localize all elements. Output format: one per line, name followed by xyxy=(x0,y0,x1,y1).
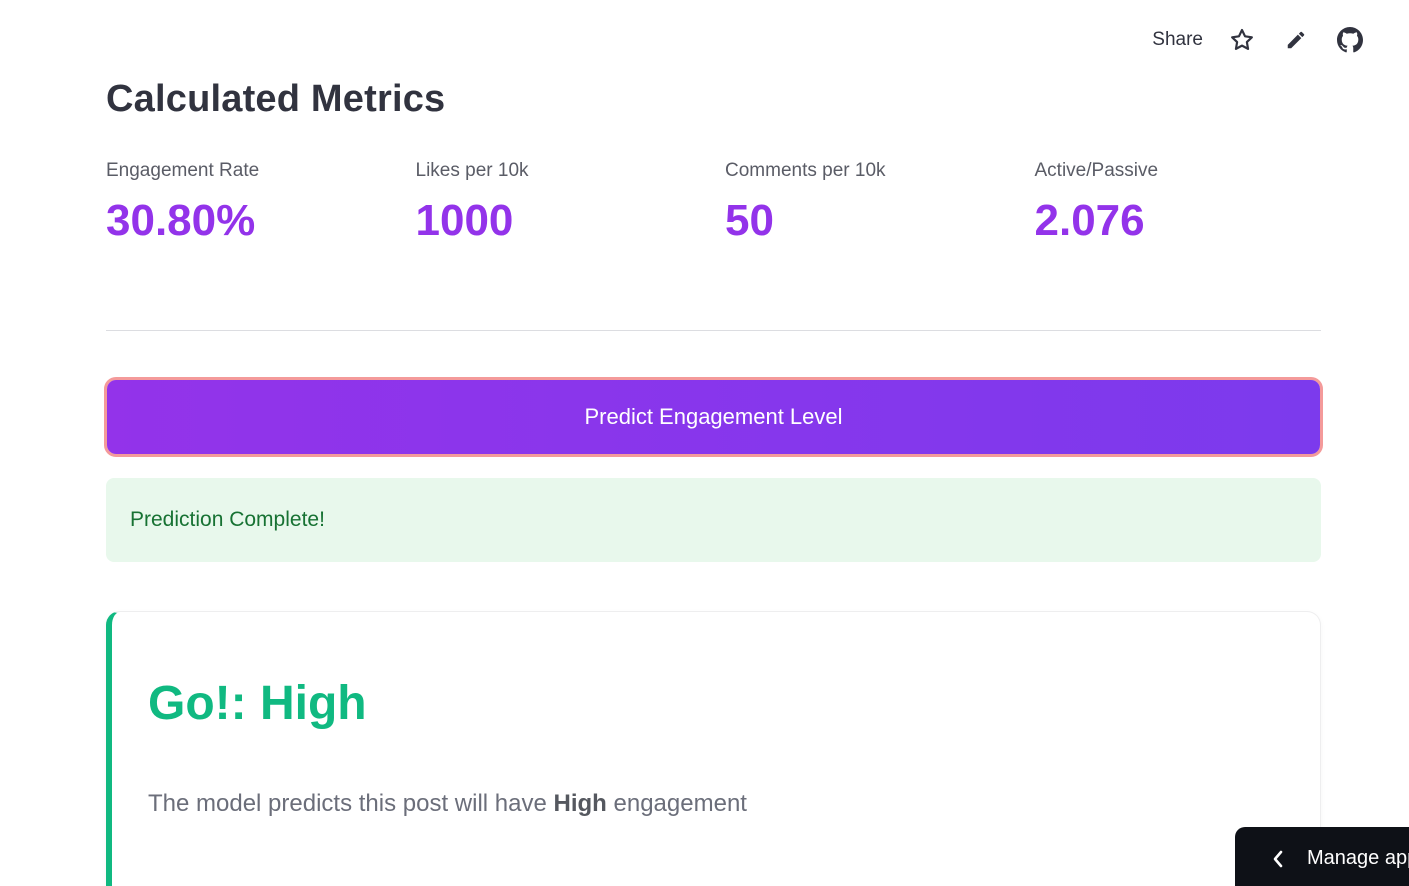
github-button[interactable] xyxy=(1323,22,1377,58)
result-card: Go!: High The model predicts this post w… xyxy=(106,611,1321,886)
predict-button-label: Predict Engagement Level xyxy=(107,380,1320,454)
metric-likes-per-10k: Likes per 10k 1000 xyxy=(416,157,726,249)
metric-engagement-rate: Engagement Rate 30.80% xyxy=(106,157,416,249)
app-toolbar: Share xyxy=(1140,22,1377,58)
result-title: Go!: High xyxy=(148,677,367,730)
metric-label: Engagement Rate xyxy=(106,160,260,181)
github-icon xyxy=(1337,27,1363,53)
metric-value: 50 xyxy=(725,196,774,245)
metric-label: Likes per 10k xyxy=(415,160,529,181)
section-divider xyxy=(106,330,1321,331)
page-title: Calculated Metrics xyxy=(106,78,446,120)
favorite-button[interactable] xyxy=(1215,22,1269,58)
edit-button[interactable] xyxy=(1269,22,1323,58)
metric-value: 1000 xyxy=(415,196,514,245)
alert-message: Prediction Complete! xyxy=(130,508,325,531)
chevron-left-icon xyxy=(1273,850,1283,868)
star-icon xyxy=(1231,28,1253,50)
metric-value: 2.076 xyxy=(1034,196,1145,245)
metrics-row: Engagement Rate 30.80% Likes per 10k 100… xyxy=(106,157,1321,249)
metric-comments-per-10k: Comments per 10k 50 xyxy=(725,157,1035,249)
pencil-icon xyxy=(1287,31,1305,49)
metric-label: Active/Passive xyxy=(1034,160,1159,181)
result-description: The model predicts this post will have H… xyxy=(148,790,747,818)
metric-value: 30.80% xyxy=(106,196,256,245)
metric-active-passive: Active/Passive 2.076 xyxy=(1035,157,1345,249)
manage-app-button[interactable]: Manage app xyxy=(1235,827,1409,886)
success-alert: Prediction Complete! xyxy=(106,478,1321,562)
result-desc-prefix: The model predicts this post will have xyxy=(148,790,554,817)
predict-engagement-button[interactable]: Predict Engagement Level xyxy=(104,377,1323,457)
metric-label: Comments per 10k xyxy=(725,160,886,181)
manage-app-label: Manage app xyxy=(1307,847,1409,869)
result-desc-suffix: engagement xyxy=(606,790,747,817)
result-level: High xyxy=(553,790,607,817)
share-button[interactable]: Share xyxy=(1140,29,1215,51)
